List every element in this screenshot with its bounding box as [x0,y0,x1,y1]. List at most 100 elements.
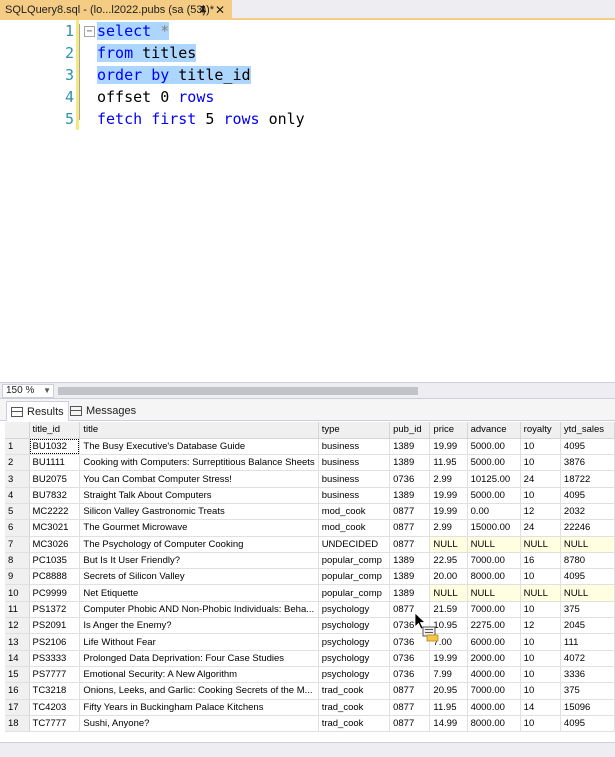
table-cell[interactable]: PC1035 [29,552,81,570]
table-cell[interactable]: psychology [318,650,391,667]
table-cell[interactable]: 0877 [389,519,431,537]
table-cell[interactable]: business [318,454,391,472]
table-cell[interactable]: 0877 [389,715,431,733]
row-number[interactable]: 2 [5,454,30,472]
row-number[interactable]: 9 [5,568,30,586]
row-number[interactable]: 16 [5,682,30,700]
table-cell[interactable]: 10 [520,650,561,667]
table-cell[interactable]: NULL [429,584,468,602]
code-line[interactable]: offset 0 rows [97,86,214,108]
table-cell[interactable]: Secrets of Silicon Valley [79,568,319,586]
table-row[interactable]: 3 BU2075 You Can Combat Computer Stress! bu… [5,470,615,488]
table-cell[interactable]: 2045 [560,617,615,635]
table-row[interactable]: 18 TC7777 Sushi, Anyone? trad_cook 0877 14.99… [5,715,615,733]
table-cell[interactable]: 10 [520,454,561,472]
row-number[interactable]: 5 [5,503,30,521]
table-cell[interactable]: Cooking with Computers: Surreptitious Ba… [79,454,319,472]
table-cell[interactable]: 3876 [560,454,615,472]
table-cell[interactable]: Emotional Security: A New Algorithm [79,666,319,684]
row-number[interactable]: 7 [5,536,30,553]
tab-messages[interactable]: Messages [66,401,140,421]
table-cell[interactable]: 5000.00 [467,438,521,456]
table-cell[interactable]: You Can Combat Computer Stress! [79,470,319,488]
table-cell[interactable]: 10 [520,438,561,456]
table-cell[interactable]: Prolonged Data Deprivation: Four Case St… [79,650,319,667]
table-cell[interactable]: 5000.00 [467,487,521,504]
row-number[interactable]: 11 [5,601,30,619]
column-header[interactable]: ytd_sales [560,422,615,439]
table-cell[interactable]: 375 [560,601,615,619]
row-number[interactable]: 13 [5,633,30,651]
table-cell[interactable]: popular_comp [318,568,391,586]
table-cell[interactable]: 10 [520,633,561,651]
table-cell[interactable]: Straight Talk About Computers [79,487,319,504]
table-cell[interactable]: BU2075 [29,470,81,488]
code-line[interactable]: order by title_id [97,64,251,86]
table-cell[interactable]: TC3218 [29,682,81,700]
row-number[interactable]: 8 [5,552,30,570]
table-row[interactable]: 9 PC8888 Secrets of Silicon Valley popular_… [5,568,615,586]
table-cell[interactable]: 20.00 [429,568,468,586]
table-cell[interactable]: 7000.00 [467,682,521,700]
table-cell[interactable]: mod_cook [318,519,391,537]
table-cell[interactable]: 8780 [560,552,615,570]
row-number[interactable]: 3 [5,470,30,488]
table-cell[interactable]: 7000.00 [467,552,521,570]
table-cell[interactable]: 22.95 [429,552,468,570]
table-cell[interactable]: 16 [520,552,561,570]
table-cell[interactable]: trad_cook [318,682,391,700]
table-cell[interactable]: The Psychology of Computer Cooking [79,536,319,553]
row-number[interactable]: 4 [5,487,30,504]
table-cell[interactable]: 19.99 [429,487,468,504]
table-row[interactable]: 5 MC2222 Silicon Valley Gastronomic Treats… [5,503,615,521]
tab-results[interactable]: Results [6,401,69,421]
table-cell[interactable]: 0877 [389,503,431,521]
table-cell[interactable]: Fifty Years in Buckingham Palace Kitchen… [79,699,319,716]
table-cell[interactable]: business [318,487,391,504]
table-cell[interactable]: 14.99 [429,715,468,733]
table-cell[interactable]: business [318,438,391,456]
column-header[interactable]: title_id [29,422,81,439]
table-cell[interactable]: The Busy Executive's Database Guide [79,438,319,456]
table-cell[interactable]: popular_comp [318,584,391,602]
table-row[interactable]: 11 PS1372 Computer Phobic AND Non-Phobic I… [5,601,615,619]
table-row[interactable]: 12 PS2091 Is Anger the Enemy? psychology 073… [5,617,615,635]
table-cell[interactable]: 8000.00 [467,568,521,586]
table-cell[interactable]: PC9999 [29,584,81,602]
table-cell[interactable]: 20.95 [429,682,468,700]
column-header[interactable]: pub_id [389,422,431,439]
table-cell[interactable]: 2000.00 [467,650,521,667]
table-cell[interactable]: 0.00 [467,503,521,521]
table-cell[interactable]: 8000.00 [467,715,521,733]
table-row[interactable]: 10 PC9999 Net Etiquette popular_comp 1389 NUL… [5,584,615,602]
table-cell[interactable]: 11.95 [429,454,468,472]
table-cell[interactable]: 0736 [389,650,431,667]
table-row[interactable]: 2 BU1111 Cooking with Computers: Surreptit… [5,454,615,472]
table-cell[interactable]: Is Anger the Enemy? [79,617,319,635]
table-cell[interactable]: popular_comp [318,552,391,570]
table-cell[interactable]: 19.99 [429,650,468,667]
table-row[interactable]: 17 TC4203 Fifty Years in Buckingham Palace… [5,699,615,716]
close-icon[interactable]: ✕ [213,3,227,17]
column-header[interactable]: price [429,422,468,439]
table-row[interactable]: 13 PS2106 Life Without Fear psychology 0736 7… [5,633,615,651]
table-cell[interactable]: MC2222 [29,503,81,521]
table-cell[interactable]: 10 [520,601,561,619]
table-cell[interactable]: 7.99 [429,666,468,684]
table-cell[interactable]: 0877 [389,536,431,553]
table-cell[interactable]: 4095 [560,715,615,733]
row-number[interactable]: 15 [5,666,30,684]
table-cell[interactable]: 4095 [560,487,615,504]
table-cell[interactable]: 10 [520,568,561,586]
table-cell[interactable]: The Gourmet Microwave [79,519,319,537]
table-cell[interactable]: 2275.00 [467,617,521,635]
table-cell[interactable]: 12 [520,617,561,635]
table-cell[interactable]: psychology [318,601,391,619]
table-cell[interactable]: 22246 [560,519,615,537]
table-row[interactable]: 15 PS7777 Emotional Security: A New Algori… [5,666,615,684]
row-number[interactable]: 10 [5,584,30,602]
row-number[interactable]: 17 [5,699,30,716]
table-cell[interactable]: NULL [560,536,615,553]
row-number[interactable]: 14 [5,650,30,667]
column-header[interactable]: royalty [520,422,561,439]
